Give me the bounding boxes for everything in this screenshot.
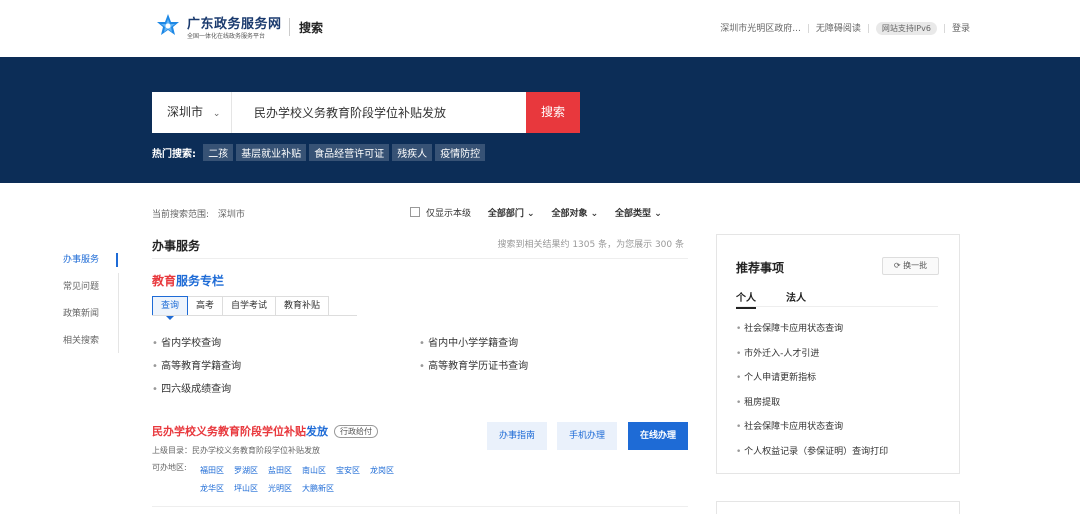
tab-gaokao[interactable]: 高考 — [187, 296, 224, 315]
refresh-button[interactable]: ⟳ 换一批 — [882, 257, 939, 275]
tab-query[interactable]: 查询 — [152, 296, 189, 320]
panel-title: 推荐事项 — [736, 261, 785, 275]
search-scope: 当前搜索范围: 深圳市 — [152, 207, 245, 220]
login-link[interactable]: 登录 — [952, 24, 970, 34]
list-item[interactable]: 个人申请更新指标 — [736, 370, 946, 395]
edu-title-red: 教育 — [152, 274, 177, 288]
city-select[interactable]: 深圳市 ⌄ — [152, 92, 232, 133]
hot-searches-label: 热门搜索: — [152, 149, 196, 160]
list-item[interactable]: 社会保障卡应用状态查询 — [736, 321, 946, 346]
result-area-label: 可办地区: — [152, 463, 187, 472]
edu-tabs: 查询 高考 自学考试 教育补贴 — [152, 296, 357, 320]
list-item[interactable]: 社会保障卡应用状态查询 — [736, 419, 946, 444]
hot-tag[interactable]: 基层就业补贴 — [236, 144, 307, 161]
city-select-value: 深圳市 — [167, 105, 204, 119]
nav-item-services[interactable]: 办事服务 — [63, 253, 118, 280]
guide-button[interactable]: 办事指南 — [487, 422, 547, 450]
dept-filter-label: 全部部门 — [487, 209, 524, 219]
online-handle-button[interactable]: 在线办理 — [628, 422, 688, 450]
area-link[interactable]: 龙岗区 — [370, 462, 394, 480]
divider — [152, 258, 688, 259]
brand-subtitle: 全国一体化在线政务服务平台 — [187, 33, 266, 40]
result-area-links: 福田区 罗湖区 盐田区 南山区 宝安区 龙岗区龙华区 坪山区 光明区 大鹏新区 — [200, 462, 440, 498]
page-title: 搜索 — [299, 21, 324, 35]
hot-tag[interactable]: 疫情防控 — [435, 144, 486, 161]
result-title-red: 民办学校义务教育阶段学位补贴 — [152, 425, 306, 438]
area-link[interactable]: 龙华区 — [200, 480, 224, 498]
hot-tag[interactable]: 食品经营许可证 — [309, 144, 390, 161]
chevron-down-icon: ⌄ — [654, 209, 662, 219]
chevron-down-icon: ⌄ — [527, 209, 535, 219]
type-filter[interactable]: 全部类型 ⌄ — [615, 209, 662, 219]
list-item[interactable]: 省内中小学学籍查询 — [419, 334, 518, 349]
result-catalog: 上级目录：民办学校义务教育阶段学位补贴发放 — [152, 446, 320, 455]
chevron-down-icon: ⌄ — [212, 109, 221, 119]
type-filter-label: 全部类型 — [615, 209, 652, 219]
list-item[interactable]: 高等教育学历证书查询 — [419, 357, 528, 372]
area-link[interactable]: 南山区 — [302, 462, 326, 480]
hot-tag[interactable]: 残疾人 — [392, 144, 433, 161]
tab-corporate[interactable]: 法人 — [786, 289, 806, 304]
result-count: 搜索到相关结果约 1305 条，为您展示 300 条 — [497, 240, 684, 250]
refresh-label: 换一批 — [903, 261, 928, 270]
list-item[interactable]: 高等教育学籍查询 — [152, 357, 241, 372]
edu-title-blue: 服务专栏 — [176, 274, 225, 288]
level-only-checkbox[interactable] — [410, 207, 420, 217]
secondary-panel — [716, 501, 960, 514]
result-title-blue: 发放 — [306, 425, 328, 438]
hot-tag[interactable]: 二孩 — [203, 144, 234, 161]
result-type-badge: 行政给付 — [334, 425, 378, 438]
list-item[interactable]: 省内学校查询 — [152, 334, 221, 349]
list-item[interactable]: 四六级成绩查询 — [152, 380, 231, 395]
area-link[interactable]: 光明区 — [268, 480, 292, 498]
nav-item-policy-news[interactable]: 政策新闻 — [63, 307, 118, 334]
brand-title[interactable]: 广东政务服务网 — [187, 13, 282, 32]
list-item[interactable]: 个人权益记录（参保证明）查询打印 — [736, 444, 946, 469]
region-link[interactable]: 深圳市光明区政府... — [720, 24, 801, 34]
area-link[interactable]: 福田区 — [200, 462, 224, 480]
nav-item-related-search[interactable]: 相关搜索 — [63, 334, 118, 361]
area-link[interactable]: 罗湖区 — [234, 462, 258, 480]
recommend-panel: 推荐事项 ⟳ 换一批 个人 法人 社会保障卡应用状态查询 市外迁入-人才引进 个… — [716, 234, 960, 474]
list-item[interactable]: 租房提取 — [736, 395, 946, 420]
scope-value: 深圳市 — [217, 210, 245, 220]
search-button[interactable]: 搜索 — [526, 92, 580, 133]
nav-divider — [118, 273, 119, 353]
area-link[interactable]: 盐田区 — [268, 462, 292, 480]
chevron-down-icon: ⌄ — [590, 209, 599, 219]
target-filter-label: 全部对象 — [551, 209, 588, 219]
edu-column-title: 教育服务专栏 — [152, 272, 224, 289]
refresh-icon: ⟳ — [893, 261, 901, 270]
top-right-links: 深圳市光明区政府... | 无障碍阅读 | 网站支持IPv6 | 登录 — [720, 22, 970, 35]
brand-divider — [289, 18, 290, 36]
area-link[interactable]: 宝安区 — [336, 462, 360, 480]
ipv6-badge: 网站支持IPv6 — [875, 22, 937, 35]
recommend-list: 社会保障卡应用状态查询 市外迁入-人才引进 个人申请更新指标 租房提取 社会保障… — [736, 321, 946, 469]
filter-bar: 仅显示本级 全部部门 ⌄ 全部对象 ⌄ 全部类型 ⌄ — [410, 206, 662, 219]
tab-self-exam[interactable]: 自学考试 — [222, 296, 277, 315]
hot-searches: 热门搜索: 二孩 基层就业补贴 食品经营许可证 残疾人 疫情防控 — [152, 144, 488, 161]
dept-filter[interactable]: 全部部门 ⌄ — [488, 209, 535, 219]
tab-personal[interactable]: 个人 — [736, 289, 756, 309]
list-item[interactable]: 市外迁入-人才引进 — [736, 346, 946, 371]
divider — [152, 506, 688, 507]
scope-label: 当前搜索范围: — [152, 210, 210, 220]
top-header: 广东政务服务网 全国一体化在线政务服务平台 搜索 深圳市光明区政府... | 无障碍… — [0, 0, 1080, 57]
search-box: 深圳市 ⌄ 搜索 — [152, 92, 580, 133]
guangdong-logo-icon[interactable] — [156, 13, 180, 41]
result-item-title[interactable]: 民办学校义务教育阶段学位补贴发放 行政给付 — [152, 423, 378, 439]
nav-item-faq[interactable]: 常见问题 — [63, 280, 118, 307]
search-hero: 深圳市 ⌄ 搜索 热门搜索: 二孩基层就业补贴食品经营许可证残疾人疫情防控 — [0, 57, 1080, 183]
area-link[interactable]: 大鹏新区 — [302, 480, 334, 498]
left-nav: 办事服务 常见问题 政策新闻 相关搜索 — [63, 253, 118, 361]
target-filter[interactable]: 全部对象 ⌄ — [551, 209, 598, 219]
accessibility-link[interactable]: 无障碍阅读 — [816, 24, 861, 34]
tab-edu-subsidy[interactable]: 教育补贴 — [275, 296, 330, 315]
search-input[interactable] — [254, 92, 524, 133]
level-only-label[interactable]: 仅显示本级 — [426, 209, 471, 219]
area-link[interactable]: 坪山区 — [234, 480, 258, 498]
mobile-handle-button[interactable]: 手机办理 — [557, 422, 617, 450]
panel-tabs: 个人 法人 — [736, 289, 938, 309]
section-title: 办事服务 — [152, 239, 201, 253]
